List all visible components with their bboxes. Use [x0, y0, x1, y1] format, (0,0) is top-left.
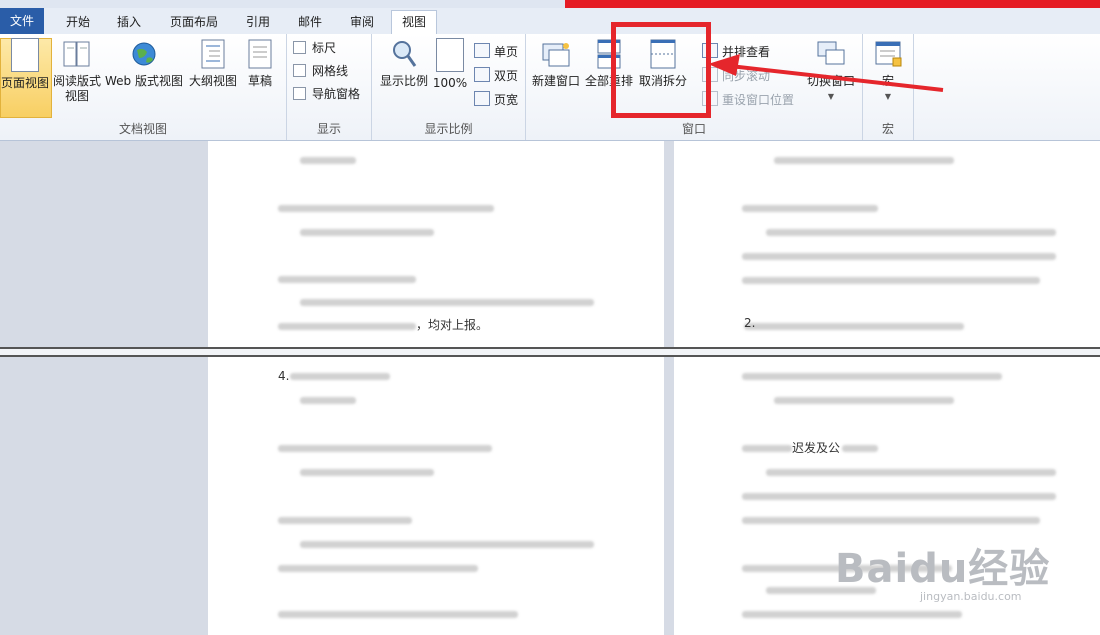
print-layout-button[interactable]: 页面视图 [0, 38, 50, 91]
tab-page-layout[interactable]: 页面布局 [160, 11, 228, 33]
zoom-group-label: 显示比例 [424, 122, 473, 136]
print-layout-label: 页面视图 [0, 76, 49, 90]
hundred-percent-icon [436, 38, 464, 72]
window-split-bar[interactable] [0, 347, 1100, 357]
two-pages-label: 双页 [494, 69, 519, 83]
zoom-100-label: 100% [432, 76, 468, 90]
print-layout-icon [11, 38, 39, 72]
show-group-label: 显示 [316, 122, 341, 136]
group-show: 标尺 网格线 导航窗格 显示 [287, 34, 372, 140]
nav-pane-checkbox[interactable]: 导航窗格 [293, 84, 360, 104]
two-pages-button[interactable]: 双页 [474, 66, 518, 86]
page-top-right [674, 141, 1100, 347]
document-area: ，均对上报。 2. 4. 迟发及公 Baidu经验 jingyan.baidu.… [0, 141, 1100, 635]
globe-icon [129, 38, 159, 70]
draft-icon [245, 38, 275, 70]
baidu-watermark: Baidu经验 jingyan.baidu.com [835, 536, 1050, 603]
window-group-label: 窗口 [681, 122, 706, 136]
doc-text-fragment-2: 迟发及公 [792, 441, 841, 455]
full-reading-button[interactable]: 阅读版式 视图 [52, 38, 102, 104]
outline-label: 大纲视图 [188, 74, 237, 88]
tab-mailings[interactable]: 邮件 [288, 11, 332, 33]
magnifier-icon [389, 38, 419, 70]
new-window-icon [541, 38, 571, 70]
page-width-icon [474, 91, 490, 106]
remove-split-highlight-box [611, 22, 711, 118]
title-bar-accent [565, 0, 1100, 8]
nav-pane-label: 导航窗格 [312, 87, 361, 101]
annotation-arrow-icon [708, 54, 944, 92]
full-reading-label-1: 阅读版式 [52, 74, 101, 88]
zoom-label: 显示比例 [379, 74, 428, 88]
two-pages-icon [474, 67, 490, 82]
gridlines-label: 网格线 [312, 64, 349, 78]
page-width-label: 页宽 [494, 93, 519, 107]
tab-references[interactable]: 引用 [236, 11, 280, 33]
macros-group-label: 宏 [881, 122, 894, 136]
book-icon [62, 38, 92, 70]
zoom-button[interactable]: 显示比例 [376, 38, 432, 89]
doc-text-fragment: ，均对上报。 [416, 318, 489, 332]
doc-text-number: 2. [744, 316, 756, 330]
one-page-label: 单页 [494, 45, 519, 59]
draft-label: 草稿 [247, 74, 272, 88]
new-window-label: 新建窗口 [531, 74, 580, 88]
outline-icon [198, 38, 228, 70]
web-layout-button[interactable]: Web 版式视图 [103, 38, 185, 89]
group-document-views: 页面视图 阅读版式 视图 Web 版式视图 大纲视图 草稿 文档视图 [0, 34, 287, 140]
gridlines-check-box[interactable] [293, 64, 306, 77]
watermark-brand: Baidu经验 [835, 546, 1051, 592]
one-page-button[interactable]: 单页 [474, 42, 518, 62]
zoom-100-button[interactable]: 100% [432, 38, 468, 91]
page-bottom-left [208, 357, 664, 635]
tab-home[interactable]: 开始 [56, 11, 100, 33]
nav-pane-check-box[interactable] [293, 87, 306, 100]
tab-file[interactable]: 文件 [0, 8, 44, 34]
one-page-icon [474, 43, 490, 58]
group-zoom: 显示比例 100% 单页 双页 页宽 显示比例 [372, 34, 526, 140]
tab-view[interactable]: 视图 [391, 10, 437, 35]
new-window-button[interactable]: 新建窗口 [530, 38, 582, 89]
document-views-group-label: 文档视图 [118, 122, 167, 136]
full-reading-label-2: 视图 [64, 89, 89, 103]
ruler-check-box[interactable] [293, 41, 306, 54]
web-layout-label: Web 版式视图 [105, 74, 183, 88]
ruler-label: 标尺 [312, 41, 337, 55]
tab-review[interactable]: 审阅 [340, 11, 384, 33]
page-width-button[interactable]: 页宽 [474, 90, 518, 110]
doc-text-number-4: 4. [278, 369, 290, 383]
tab-insert[interactable]: 插入 [107, 11, 151, 33]
ruler-checkbox[interactable]: 标尺 [293, 38, 336, 58]
ribbon-tab-bar: 文件 开始 插入 页面布局 引用 邮件 审阅 视图 [0, 8, 1100, 35]
outline-button[interactable]: 大纲视图 [187, 38, 239, 89]
gridlines-checkbox[interactable]: 网格线 [293, 61, 348, 81]
draft-button[interactable]: 草稿 [241, 38, 279, 89]
title-bar [0, 0, 1100, 8]
